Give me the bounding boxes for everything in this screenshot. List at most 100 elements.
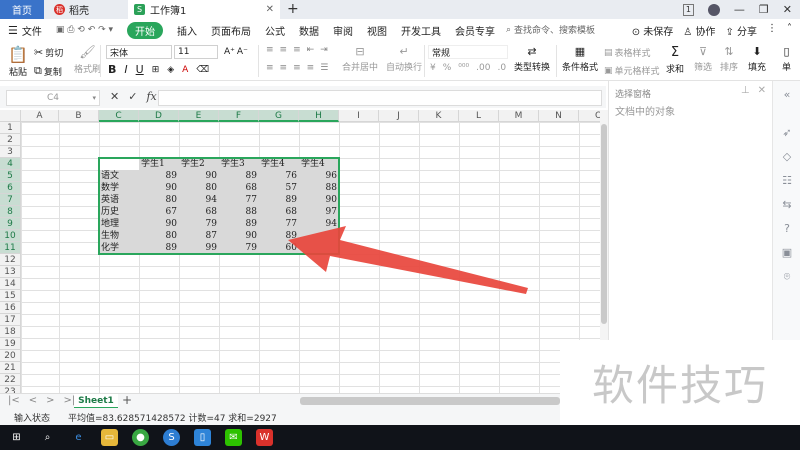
justify-icon[interactable]: ≡ xyxy=(307,63,315,73)
settings-sliders-icon[interactable]: ☷ xyxy=(781,175,793,187)
column-header-l[interactable]: L xyxy=(459,110,499,122)
table-header-cell[interactable]: 学生1 xyxy=(139,158,179,170)
file-explorer-icon[interactable]: ▭ xyxy=(101,429,118,446)
avatar[interactable] xyxy=(707,3,720,16)
score-cell[interactable]: 77 xyxy=(259,218,299,230)
tab-home[interactable]: 首页 xyxy=(0,0,44,19)
transfer-icon[interactable]: ⇆ xyxy=(781,199,793,211)
row-header-15[interactable]: 15 xyxy=(0,290,21,302)
copy-button[interactable]: ⧉ 复制 xyxy=(34,64,62,78)
sum-button[interactable]: Σ 求和 xyxy=(666,45,684,75)
pane-close-icon[interactable]: ✕ xyxy=(758,85,766,96)
ie-browser-icon[interactable]: e xyxy=(70,429,87,446)
filter-button[interactable]: ⊽ 筛选 xyxy=(694,45,712,73)
menu-review[interactable]: 审阅 xyxy=(333,23,353,38)
confirm-icon[interactable]: ✓ xyxy=(128,90,137,103)
selection-summary[interactable]: 平均值=83.628571428572 计数=47 求和=2927 xyxy=(68,411,277,424)
close-window-icon[interactable]: ✕ xyxy=(783,3,792,16)
prev-sheet-icon[interactable]: < xyxy=(29,395,37,406)
menu-page-layout[interactable]: 页面布局 xyxy=(211,23,251,38)
menu-data[interactable]: 数据 xyxy=(299,23,319,38)
column-header-m[interactable]: M xyxy=(499,110,539,122)
menu-start[interactable]: 开始 xyxy=(127,21,164,39)
score-cell[interactable]: 68 xyxy=(219,182,259,194)
share-button[interactable]: ⇪ 分享 xyxy=(725,23,757,38)
score-cell[interactable]: 77 xyxy=(219,194,259,206)
subject-cell[interactable]: 英语 xyxy=(99,194,139,206)
wps-icon[interactable]: W xyxy=(256,429,273,446)
collab-button[interactable]: ♙ 协作 xyxy=(683,23,715,38)
row-header-11[interactable]: 11 xyxy=(0,242,21,254)
merge-center-button[interactable]: ⊟ 合并居中 xyxy=(342,45,378,73)
single-button[interactable]: ▯ 单 xyxy=(782,45,791,73)
browser-icon[interactable]: ● xyxy=(132,429,149,446)
new-tab-button[interactable]: + xyxy=(287,0,299,19)
table-header-cell[interactable] xyxy=(99,158,139,170)
font-name-select[interactable]: 宋体 xyxy=(106,45,172,59)
row-header-7[interactable]: 7 xyxy=(0,194,21,206)
shapes-icon[interactable]: ◇ xyxy=(781,151,793,163)
unsaved-button[interactable]: ⊙ 未保存 xyxy=(632,23,674,38)
collapse-ribbon-icon[interactable]: ˄ xyxy=(787,23,792,38)
row-header-20[interactable]: 20 xyxy=(0,350,21,362)
number-format-select[interactable]: 常规 xyxy=(428,45,508,59)
next-sheet-icon[interactable]: > xyxy=(46,395,54,406)
score-cell[interactable]: 80 xyxy=(139,230,179,242)
conditional-format-button[interactable]: ▦ 条件格式 xyxy=(562,45,598,73)
row-header-18[interactable]: 18 xyxy=(0,326,21,338)
indent-left-icon[interactable]: ⇤ xyxy=(307,45,315,55)
percent-icon[interactable]: % xyxy=(443,63,452,73)
score-cell[interactable]: 76 xyxy=(259,170,299,182)
row-header-14[interactable]: 14 xyxy=(0,278,21,290)
score-cell[interactable]: 68 xyxy=(259,206,299,218)
font-size-select[interactable]: 11 xyxy=(174,45,218,59)
score-cell[interactable]: 90 xyxy=(179,170,219,182)
score-cell[interactable]: 79 xyxy=(219,242,259,254)
score-cell[interactable]: 57 xyxy=(259,182,299,194)
row-header-1[interactable]: 1 xyxy=(0,122,21,134)
bold-icon[interactable]: B xyxy=(108,63,116,76)
sheet-tab[interactable]: Sheet1 xyxy=(74,394,118,409)
cut-button[interactable]: ✂ 剪切 xyxy=(34,46,63,59)
type-convert-button[interactable]: ⇄ 类型转换 xyxy=(514,45,550,73)
italic-icon[interactable]: I xyxy=(124,63,127,76)
table-style-button[interactable]: ▤ 表格样式 xyxy=(604,46,651,60)
align-top-icon[interactable]: ≡ xyxy=(266,45,274,55)
column-header-i[interactable]: I xyxy=(339,110,379,122)
align-bottom-icon[interactable]: ≡ xyxy=(293,45,301,55)
cell-style-button[interactable]: ▣ 单元格样式 xyxy=(604,64,660,78)
subject-cell[interactable]: 生物 xyxy=(99,230,139,242)
subject-cell[interactable]: 历史 xyxy=(99,206,139,218)
paste-button[interactable]: 📋 粘贴 xyxy=(8,45,28,78)
score-cell[interactable]: 80 xyxy=(179,182,219,194)
row-header-2[interactable]: 2 xyxy=(0,134,21,146)
align-left-icon[interactable]: ≡ xyxy=(266,63,274,73)
tab-workbook[interactable]: S 工作簿1 ✕ xyxy=(128,0,280,19)
score-cell[interactable]: 88 xyxy=(299,182,339,194)
wechat-icon[interactable]: ✉ xyxy=(225,429,242,446)
increase-decimal-icon[interactable]: .00 xyxy=(476,63,490,73)
pin-icon[interactable]: ⊥ xyxy=(741,85,750,96)
row-header-21[interactable]: 21 xyxy=(0,362,21,374)
score-cell[interactable]: 89 xyxy=(219,218,259,230)
score-cell[interactable]: 89 xyxy=(259,230,299,242)
hamburger-icon[interactable]: ☰ xyxy=(8,24,18,37)
eraser-icon[interactable]: ⌫ xyxy=(196,65,209,75)
column-header-b[interactable]: B xyxy=(59,110,99,122)
menu-member[interactable]: 会员专享 xyxy=(455,23,495,38)
more-icon[interactable]: ⋮ xyxy=(767,23,777,38)
align-right-icon[interactable]: ≡ xyxy=(293,63,301,73)
row-header-22[interactable]: 22 xyxy=(0,374,21,386)
font-color-icon[interactable]: A xyxy=(182,65,188,75)
column-header-d[interactable]: D xyxy=(139,110,179,122)
score-cell[interactable]: 80 xyxy=(139,194,179,206)
row-header-3[interactable]: 3 xyxy=(0,146,21,158)
score-cell[interactable]: 90 xyxy=(139,218,179,230)
score-cell[interactable]: 99 xyxy=(179,242,219,254)
sogou-icon[interactable]: S xyxy=(163,429,180,446)
font-grow-icon[interactable]: A⁺ xyxy=(224,47,235,57)
vertical-scroll-thumb[interactable] xyxy=(601,124,607,324)
image-icon[interactable]: ▣ xyxy=(781,247,793,259)
collapse-icon[interactable]: « xyxy=(781,89,793,101)
auto-wrap-button[interactable]: ↵ 自动换行 xyxy=(386,45,422,73)
